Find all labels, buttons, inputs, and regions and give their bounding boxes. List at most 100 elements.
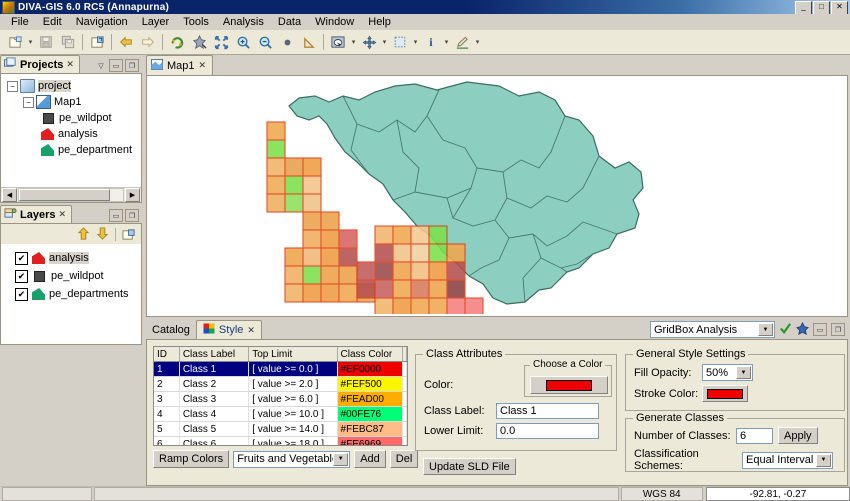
- class-label-input[interactable]: Class 1: [496, 403, 599, 419]
- column-header-class-label[interactable]: Class Label: [180, 347, 249, 361]
- move-dropdown-icon[interactable]: ▾: [380, 32, 389, 52]
- chevron-down-icon[interactable]: ▼: [736, 366, 751, 379]
- edit-dropdown-icon[interactable]: ▾: [473, 32, 482, 52]
- back-arrow-icon[interactable]: [115, 31, 137, 53]
- menu-window[interactable]: Window: [308, 15, 361, 29]
- column-header-class-color[interactable]: Class Color: [338, 347, 403, 361]
- tab-map1[interactable]: Map1 ✕: [146, 55, 213, 75]
- chevron-down-icon[interactable]: ▼: [758, 323, 773, 336]
- add-layer-icon[interactable]: [120, 226, 137, 242]
- menu-edit[interactable]: Edit: [36, 15, 69, 29]
- layer-row-pe-wildpot[interactable]: pe_wildpot: [1, 267, 141, 285]
- lower-limit-input[interactable]: 0.0: [496, 423, 599, 439]
- column-header-id[interactable]: ID: [154, 347, 180, 361]
- table-row[interactable]: 3 Class 3 [ value >= 6.0 ] #FEAD00: [154, 392, 407, 407]
- tree-node-pe-department[interactable]: pe_department: [5, 142, 139, 158]
- classification-scheme-selector[interactable]: Equal Interval ▼: [742, 452, 833, 469]
- number-of-classes-input[interactable]: 6: [736, 428, 773, 444]
- map-canvas[interactable]: [146, 75, 848, 317]
- projects-minimize-icon[interactable]: ▭: [109, 59, 123, 72]
- menu-navigation[interactable]: Navigation: [69, 15, 135, 29]
- menu-help[interactable]: Help: [361, 15, 398, 29]
- column-header-blank[interactable]: [403, 347, 407, 361]
- cell-class-color[interactable]: #00FE76: [338, 407, 403, 421]
- layers-tab-close-icon[interactable]: ✕: [58, 209, 66, 220]
- layer-visibility-checkbox[interactable]: [15, 288, 28, 301]
- menu-file[interactable]: File: [4, 15, 36, 29]
- projects-menu-icon[interactable]: ▽: [95, 60, 107, 71]
- tree-node-pe-wildpot[interactable]: pe_wildpot: [5, 110, 139, 126]
- expander-icon[interactable]: −: [23, 97, 34, 108]
- tab-catalog[interactable]: Catalog: [146, 321, 196, 339]
- apply-button[interactable]: Apply: [778, 427, 818, 444]
- layers-minimize-icon[interactable]: ▭: [109, 209, 123, 222]
- clear-selection-icon[interactable]: [188, 31, 210, 53]
- cell-class-color[interactable]: #FEF500: [338, 377, 403, 391]
- ramp-colors-button[interactable]: Ramp Colors: [153, 450, 229, 468]
- tree-node-analysis[interactable]: analysis: [5, 126, 139, 142]
- measure-icon[interactable]: [298, 31, 320, 53]
- projects-maximize-icon[interactable]: ❐: [125, 59, 139, 72]
- table-row[interactable]: 2 Class 2 [ value >= 2.0 ] #FEF500: [154, 377, 407, 392]
- box-select-icon[interactable]: [389, 31, 411, 53]
- layer-row-pe-departments[interactable]: pe_departments: [1, 285, 141, 303]
- box-select-dropdown-icon[interactable]: ▾: [411, 32, 420, 52]
- layer-row-analysis[interactable]: analysis: [1, 249, 141, 267]
- choose-color-button[interactable]: [530, 376, 608, 394]
- run-icon[interactable]: [796, 322, 809, 338]
- minimize-button[interactable]: _: [795, 1, 812, 15]
- refresh-icon[interactable]: [166, 31, 188, 53]
- table-row[interactable]: 5 Class 5 [ value >= 14.0 ] #FEBC87: [154, 422, 407, 437]
- select-dropdown-icon[interactable]: ▾: [349, 32, 358, 52]
- projects-horizontal-scrollbar[interactable]: ◀ ▶: [1, 187, 141, 202]
- menu-tools[interactable]: Tools: [176, 15, 216, 29]
- tab-layers[interactable]: Layers ✕: [0, 205, 72, 223]
- layer-visibility-checkbox[interactable]: [15, 270, 28, 283]
- maximize-button[interactable]: □: [813, 1, 830, 15]
- move-layer-down-icon[interactable]: [94, 226, 111, 242]
- select-tool-icon[interactable]: [327, 31, 349, 53]
- analysis-view-selector[interactable]: GridBox Analysis ▼: [650, 321, 775, 338]
- menu-layer[interactable]: Layer: [135, 15, 177, 29]
- move-layer-up-icon[interactable]: [75, 226, 92, 242]
- column-header-top-limit[interactable]: Top Limit: [249, 347, 337, 361]
- dock-minimize-icon[interactable]: ▭: [813, 323, 827, 336]
- add-class-button[interactable]: Add: [354, 450, 386, 468]
- tab-style[interactable]: Style ✕: [196, 320, 262, 339]
- layer-visibility-checkbox[interactable]: [15, 252, 28, 265]
- scroll-thumb[interactable]: [19, 189, 110, 201]
- cell-class-color[interactable]: #FE6969: [338, 437, 403, 446]
- save-all-icon[interactable]: [57, 31, 79, 53]
- tree-node-map1[interactable]: − Map1: [5, 94, 139, 110]
- zoom-full-extent-icon[interactable]: [210, 31, 232, 53]
- table-row[interactable]: 4 Class 4 [ value >= 10.0 ] #00FE76: [154, 407, 407, 422]
- projects-tab-close-icon[interactable]: ✕: [66, 59, 74, 70]
- scroll-right-icon[interactable]: ▶: [125, 188, 140, 202]
- cell-class-color[interactable]: #EF0000: [338, 362, 403, 376]
- fill-opacity-selector[interactable]: 50% ▼: [702, 364, 753, 381]
- info-dropdown-icon[interactable]: ▾: [442, 32, 451, 52]
- menu-analysis[interactable]: Analysis: [216, 15, 271, 29]
- layers-maximize-icon[interactable]: ❐: [125, 209, 139, 222]
- stroke-color-button[interactable]: [702, 385, 748, 402]
- cell-class-color[interactable]: #FEAD00: [338, 392, 403, 406]
- forward-arrow-icon[interactable]: [137, 31, 159, 53]
- tree-node-project[interactable]: − project: [5, 78, 139, 94]
- style-tab-close-icon[interactable]: ✕: [247, 325, 255, 336]
- table-row[interactable]: 6 Class 6 [ value >= 18.0 ] #FE6969: [154, 437, 407, 446]
- zoom-out-icon[interactable]: [254, 31, 276, 53]
- pan-icon[interactable]: [276, 31, 298, 53]
- table-row[interactable]: 1 Class 1 [ value >= 0.0 ] #EF0000: [154, 362, 407, 377]
- save-icon[interactable]: [35, 31, 57, 53]
- move-icon[interactable]: [358, 31, 380, 53]
- new-project-dropdown-icon[interactable]: ▾: [26, 32, 35, 52]
- expander-icon[interactable]: −: [7, 81, 18, 92]
- update-sld-file-button[interactable]: Update SLD File: [423, 458, 516, 475]
- map-tab-close-icon[interactable]: ✕: [199, 60, 207, 71]
- tab-projects[interactable]: Projects ✕: [0, 55, 80, 73]
- zoom-in-icon[interactable]: [232, 31, 254, 53]
- chevron-down-icon[interactable]: ▼: [333, 453, 348, 466]
- ramp-scheme-selector[interactable]: Fruits and Vegetables ▼: [233, 451, 350, 468]
- menu-data[interactable]: Data: [271, 15, 308, 29]
- scroll-track[interactable]: [18, 188, 124, 202]
